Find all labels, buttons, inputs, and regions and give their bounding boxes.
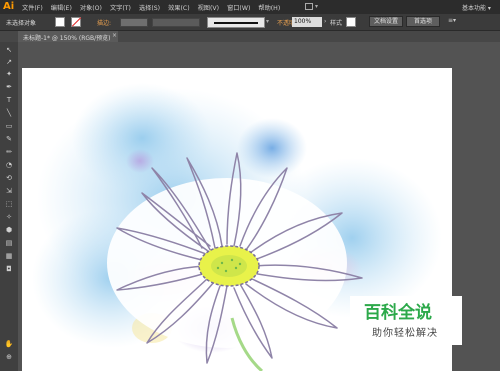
chevron-down-icon[interactable]: ▾ — [266, 18, 269, 25]
symbol-sprayer-tool-icon[interactable]: ✧ — [4, 213, 14, 222]
zoom-tool-icon[interactable]: ⊕ — [4, 353, 14, 362]
style-label: 样式 — [330, 20, 343, 27]
free-transform-tool-icon[interactable]: ⬚ — [4, 200, 14, 209]
menu-select[interactable]: 选择(S) — [139, 3, 160, 12]
chevron-right-icon[interactable]: › — [324, 18, 326, 25]
document-tab-label: 未标题-1* @ 150% (RGB/预览) — [23, 35, 111, 42]
preferences-button[interactable]: 首选项 — [406, 16, 440, 27]
eraser-tool-icon[interactable]: ◔ — [4, 161, 14, 170]
mesh-tool-icon[interactable]: ▦ — [4, 252, 14, 261]
pen-tool-icon[interactable]: ✒ — [4, 83, 14, 92]
menu-view[interactable]: 视图(V) — [198, 3, 219, 12]
menu-type[interactable]: 文字(T) — [110, 3, 131, 12]
line-tool-icon[interactable]: ╲ — [4, 109, 14, 118]
paintbrush-tool-icon[interactable]: ✎ — [4, 135, 14, 144]
menu-object[interactable]: 对象(O) — [80, 3, 102, 12]
panel-menu-icon[interactable]: ≡▾ — [448, 17, 456, 24]
selection-tool-icon[interactable]: ↖ — [4, 46, 14, 55]
stroke-label[interactable]: 描边: — [97, 18, 111, 27]
column-graph-tool-icon[interactable]: ▤ — [4, 239, 14, 248]
menu-items: 文件(F) 编辑(E) 对象(O) 文字(T) 选择(S) 效果(C) 视图(V… — [22, 0, 280, 14]
watermark-subtitle: 助你轻松解决 — [372, 328, 438, 339]
rectangle-tool-icon[interactable]: ▭ — [4, 122, 14, 131]
direct-selection-tool-icon[interactable]: ↗ — [4, 58, 14, 67]
rotate-tool-icon[interactable]: ⟲ — [4, 174, 14, 183]
menu-help[interactable]: 帮助(H) — [258, 3, 280, 12]
menu-file[interactable]: 文件(F) — [22, 3, 43, 12]
arrange-documents-icon[interactable] — [305, 3, 313, 10]
app-logo: Ai — [3, 1, 15, 12]
menu-window[interactable]: 窗口(W) — [227, 3, 250, 12]
shape-builder-tool-icon[interactable]: ⬢ — [4, 226, 14, 235]
watermark-title: 百科全说 — [364, 303, 432, 323]
stroke-width-dropdown[interactable] — [120, 18, 148, 27]
close-icon[interactable]: × — [112, 32, 117, 39]
menu-edit[interactable]: 编辑(E) — [51, 3, 72, 12]
hand-tool-icon[interactable]: ✋ — [4, 340, 14, 349]
menu-effect[interactable]: 效果(C) — [168, 3, 190, 12]
magic-wand-tool-icon[interactable]: ✦ — [4, 70, 14, 79]
gradient-tool-icon[interactable]: ◘ — [4, 265, 14, 274]
selection-status: 未选择对象 — [6, 20, 37, 27]
chevron-down-icon[interactable]: ▾ — [315, 3, 318, 10]
workspace-switcher[interactable]: 基本功能 ▾ — [462, 3, 491, 12]
graphic-style-swatch[interactable] — [346, 17, 356, 27]
document-setup-button[interactable]: 文档设置 — [369, 16, 403, 27]
pencil-tool-icon[interactable]: ✏ — [4, 148, 14, 157]
variable-width-dropdown[interactable] — [152, 18, 200, 27]
type-tool-icon[interactable]: T — [4, 96, 14, 105]
fill-color-swatch[interactable] — [55, 17, 65, 27]
stroke-color-swatch[interactable] — [71, 17, 81, 27]
scale-tool-icon[interactable]: ⇲ — [4, 187, 14, 196]
brush-definition-dropdown[interactable] — [207, 17, 265, 28]
opacity-input[interactable]: 100% — [292, 17, 322, 27]
